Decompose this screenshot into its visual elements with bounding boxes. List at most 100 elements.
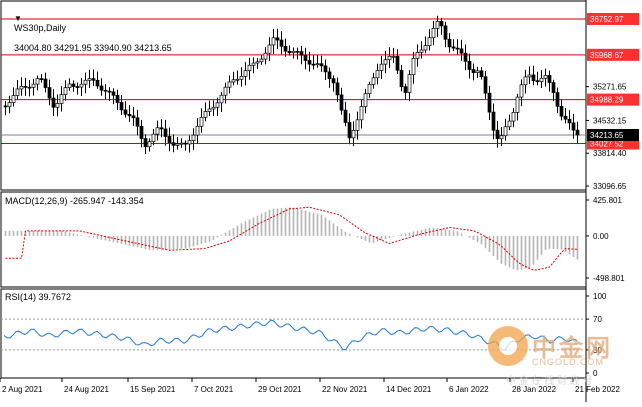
candle-body xyxy=(455,47,460,50)
candle-body xyxy=(511,112,516,122)
level-label: 34988.29 xyxy=(590,96,624,105)
candle-body xyxy=(559,105,564,117)
candle-body xyxy=(279,39,284,47)
candle-body xyxy=(415,52,420,59)
candle-body xyxy=(495,129,500,140)
dropdown-arrow-icon[interactable]: ▼ xyxy=(14,14,22,23)
candle-body xyxy=(463,52,468,62)
rsi-title: RSI(14) 39.7672 xyxy=(5,292,72,302)
candle-body xyxy=(159,127,164,130)
candle-body xyxy=(111,91,116,96)
candle-body xyxy=(191,134,196,141)
candle-body xyxy=(311,63,316,66)
candle-body xyxy=(299,51,304,56)
candle-body xyxy=(387,55,392,61)
candle-body xyxy=(487,92,492,113)
candle-body xyxy=(255,61,260,64)
trading-chart[interactable]: 35271.65 34532.15 33814.40 33096.65 36752.97… xyxy=(0,0,642,402)
time-axis-label: 6 Jan 2022 xyxy=(449,385,489,394)
time-axis-label: 15 Sep 2021 xyxy=(130,385,176,394)
candle-body xyxy=(395,55,400,71)
watermark-logo-inner-icon xyxy=(499,337,517,355)
candle-body xyxy=(79,83,84,88)
candle-body xyxy=(295,50,300,53)
candle-body xyxy=(107,90,112,93)
candle-body xyxy=(563,115,568,120)
candle-body xyxy=(91,78,96,81)
macd-axis-label: 0.00 xyxy=(593,232,609,241)
candle-body xyxy=(247,64,252,72)
candle-body xyxy=(7,102,12,108)
price-axis-label: 33096.65 xyxy=(593,182,627,191)
ohlc-values: 34004.80 34291.95 33940.90 34213.65 xyxy=(14,43,172,53)
candle-body xyxy=(499,135,504,140)
candle-body xyxy=(467,60,472,70)
price-axis-label: 33814.40 xyxy=(593,149,627,158)
candle-body xyxy=(15,88,20,96)
candle-body xyxy=(179,142,184,145)
candle-body xyxy=(155,127,160,135)
candle-body xyxy=(219,94,224,104)
candle-body xyxy=(503,126,508,137)
candle-body xyxy=(355,119,360,131)
candle-body xyxy=(139,125,144,139)
candle-body xyxy=(315,63,320,66)
candle-body xyxy=(63,87,68,96)
rsi-axis-label: 100 xyxy=(593,292,607,301)
candle-body xyxy=(19,86,24,90)
candle-body xyxy=(291,50,296,54)
macd-axis-label: -498.801 xyxy=(593,274,625,283)
symbol-label: WS30p,Daily xyxy=(14,23,67,33)
candle-body xyxy=(35,78,40,85)
candle-body xyxy=(207,108,212,112)
time-axis-label: 14 Dec 2021 xyxy=(386,385,432,394)
time-axis-label: 7 Oct 2021 xyxy=(194,385,234,394)
candle-body xyxy=(363,93,368,107)
candle-body xyxy=(223,86,228,96)
candle-body xyxy=(547,74,552,83)
candle-body xyxy=(335,82,340,96)
candle-body xyxy=(263,52,268,60)
candle-body xyxy=(43,78,48,88)
watermark-url: CNGOLD.COM xyxy=(532,357,605,367)
candle-body xyxy=(531,74,536,82)
candle-body xyxy=(119,102,124,111)
rsi-axis-label: 70 xyxy=(593,315,602,324)
candle-body xyxy=(259,58,264,63)
candle-body xyxy=(151,133,156,142)
candle-body xyxy=(99,85,104,91)
candle-body xyxy=(275,37,280,41)
candle-body xyxy=(319,63,324,67)
current-price-label: 34213.65 xyxy=(590,131,624,140)
candle-body xyxy=(67,83,72,89)
candle-body xyxy=(567,118,572,124)
candle-body xyxy=(143,138,148,148)
time-axis-label: 2 Aug 2021 xyxy=(2,385,43,394)
candle-body xyxy=(199,116,204,127)
candle-body xyxy=(287,50,292,54)
candle-body xyxy=(103,89,108,92)
macd-histogram-group xyxy=(4,207,579,271)
candle-body xyxy=(551,82,556,93)
candle-body xyxy=(475,70,480,73)
candle-body xyxy=(399,69,404,88)
candle-body xyxy=(391,55,396,58)
candle-body xyxy=(575,129,580,136)
macd-signal-line xyxy=(5,206,578,271)
candle-body xyxy=(359,106,364,121)
candle-body xyxy=(23,86,28,88)
candle-body xyxy=(187,140,192,145)
candle-body xyxy=(147,141,152,148)
candle-body xyxy=(367,84,372,95)
candle-body xyxy=(31,83,36,88)
watermark-slogan: 中 金 在 线 财 经 号 xyxy=(506,376,593,387)
candle-body xyxy=(171,142,176,146)
candle-body xyxy=(95,79,100,87)
candle-body xyxy=(375,70,380,79)
candle-body xyxy=(347,122,352,139)
candle-body xyxy=(51,97,56,108)
candle-body xyxy=(183,142,188,145)
candle-body xyxy=(267,44,272,54)
candle-body xyxy=(175,143,180,146)
candle-body xyxy=(127,113,132,117)
